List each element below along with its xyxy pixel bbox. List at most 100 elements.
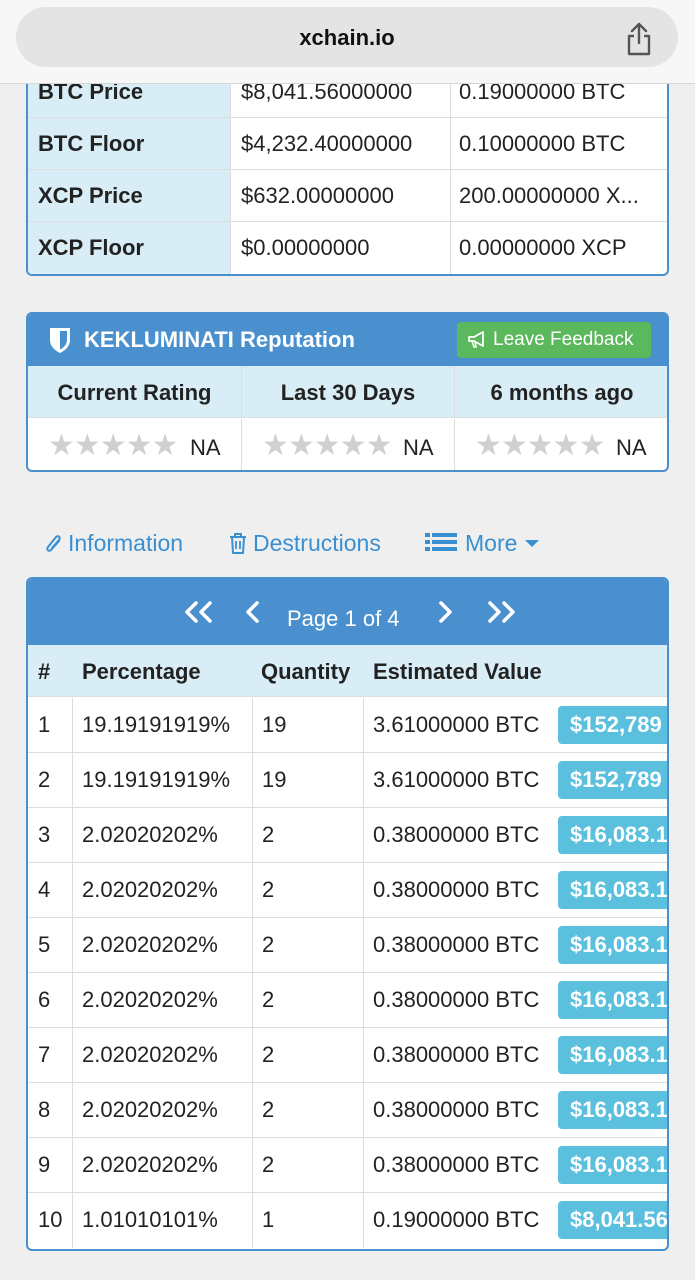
rating-value: NA [190,435,221,460]
tab-more-dropdown[interactable]: More [425,528,545,560]
row-number: 7 [28,1028,73,1082]
rating-value: NA [616,435,647,460]
pagination: Page 1 of 4 [28,579,667,645]
price-label: BTC Floor [28,118,231,169]
row-percentage: 1.01010101% [73,1193,253,1248]
row-number: 3 [28,808,73,862]
price-row: BTC Floor $4,232.40000000 0.10000000 BTC [28,118,667,170]
row-usd-badge: $16,083.1 [558,1036,667,1074]
row-quantity: 19 [253,753,364,807]
header-percentage: Percentage [82,659,201,684]
row-usd-badge: $152,789 [558,761,667,799]
row-usd-badge: $152,789 [558,706,667,744]
browser-toolbar: xchain.io [0,0,695,84]
last-page-icon[interactable] [484,601,518,623]
row-percentage: 2.02020202% [73,863,253,917]
first-page-icon[interactable] [182,601,216,623]
header-quantity: Quantity [261,659,351,684]
price-native: 0.00000000 XCP [459,235,627,260]
row-quantity: 2 [253,973,364,1027]
holders-table: Page 1 of 4 # Percentage Quantity Estima… [26,577,669,1251]
table-row: 8 2.02020202% 2 0.38000000 BTC $16,083.1 [28,1083,667,1138]
table-row: 6 2.02020202% 2 0.38000000 BTC $16,083.1 [28,973,667,1028]
rating-30-days: ★★★★★ NA [242,419,455,470]
row-percentage: 2.02020202% [73,973,253,1027]
address-bar[interactable]: xchain.io [16,7,678,67]
row-percentage: 2.02020202% [73,918,253,972]
tab-more-label: More [465,530,518,556]
table-row: 5 2.02020202% 2 0.38000000 BTC $16,083.1 [28,918,667,973]
table-row: 3 2.02020202% 2 0.38000000 BTC $16,083.1 [28,808,667,863]
price-row: XCP Price $632.00000000 200.00000000 X..… [28,170,667,222]
paperclip-icon [46,535,61,552]
row-usd-badge: $16,083.1 [558,1091,667,1129]
row-quantity: 2 [253,918,364,972]
price-table: BTC Price $8,041.56000000 0.19000000 BTC… [26,66,669,276]
table-row: 9 2.02020202% 2 0.38000000 BTC $16,083.1 [28,1138,667,1193]
tab-destructions[interactable]: Destructions [228,528,393,560]
star-rating-icon: ★★★★★ [475,429,605,462]
star-rating-icon: ★★★★★ [262,429,392,462]
megaphone-icon [468,331,484,348]
rating-6-months: ★★★★★ NA [455,419,667,470]
row-usd-badge: $16,083.1 [558,871,667,909]
column-6-months-ago: 6 months ago [490,380,634,405]
caret-down-icon [525,540,539,547]
row-quantity: 2 [253,1083,364,1137]
table-header: # Percentage Quantity Estimated Value [28,645,667,697]
price-usd: $4,232.40000000 [231,118,451,169]
header-estimated-value: Estimated Value [373,659,542,684]
row-number: 2 [28,753,73,807]
table-row: 4 2.02020202% 2 0.38000000 BTC $16,083.1 [28,863,667,918]
share-icon[interactable] [624,21,654,57]
reputation-values: ★★★★★ NA ★★★★★ NA ★★★★★ NA [28,419,667,470]
price-usd: $0.00000000 [231,222,451,274]
row-number: 9 [28,1138,73,1192]
price-label: XCP Price [28,170,231,221]
trash-icon [230,533,246,554]
row-number: 8 [28,1083,73,1137]
next-page-icon[interactable] [436,601,454,623]
page-indicator: Page 1 of 4 [287,606,400,631]
row-number: 5 [28,918,73,972]
price-native: 0.10000000 BTC [459,131,626,156]
row-number: 4 [28,863,73,917]
star-rating-icon: ★★★★★ [48,429,178,462]
row-usd-badge: $16,083.1 [558,816,667,854]
reputation-columns: Current Rating Last 30 Days 6 months ago [28,366,667,418]
row-quantity: 2 [253,863,364,917]
row-quantity: 2 [253,1028,364,1082]
shield-icon [50,328,70,353]
header-number: # [38,659,51,684]
row-percentage: 2.02020202% [73,1138,253,1192]
table-row: 1 19.19191919% 19 3.61000000 BTC $152,78… [28,698,667,753]
price-row: XCP Floor $0.00000000 0.00000000 XCP [28,222,667,274]
row-quantity: 2 [253,808,364,862]
row-usd-badge: $16,083.1 [558,1146,667,1184]
rating-value: NA [403,435,434,460]
tab-destructions-label: Destructions [253,530,381,556]
rating-current: ★★★★★ NA [28,419,242,470]
previous-page-icon[interactable] [244,601,262,623]
row-number: 10 [28,1193,73,1248]
row-percentage: 2.02020202% [73,808,253,862]
table-row: 10 1.01010101% 1 0.19000000 BTC $8,041.5… [28,1193,667,1248]
column-last-30-days: Last 30 Days [242,366,455,418]
row-quantity: 2 [253,1138,364,1192]
price-usd: $632.00000000 [231,170,451,221]
row-percentage: 19.19191919% [73,698,253,752]
tab-information[interactable]: Information [44,528,194,560]
row-usd-badge: $16,083.1 [558,981,667,1019]
table-row: 7 2.02020202% 2 0.38000000 BTC $16,083.1 [28,1028,667,1083]
price-label: XCP Floor [28,222,231,274]
leave-feedback-button[interactable]: Leave Feedback [457,322,651,358]
row-number: 6 [28,973,73,1027]
column-current-rating: Current Rating [28,366,242,418]
table-row: 2 19.19191919% 19 3.61000000 BTC $152,78… [28,753,667,808]
reputation-panel: KEKLUMINATI Reputation Leave Feedback Cu… [26,312,669,472]
tab-information-label: Information [68,530,184,556]
row-number: 1 [28,698,73,752]
row-usd-badge: $8,041.56 [558,1201,667,1239]
row-percentage: 2.02020202% [73,1083,253,1137]
list-icon [425,533,457,551]
